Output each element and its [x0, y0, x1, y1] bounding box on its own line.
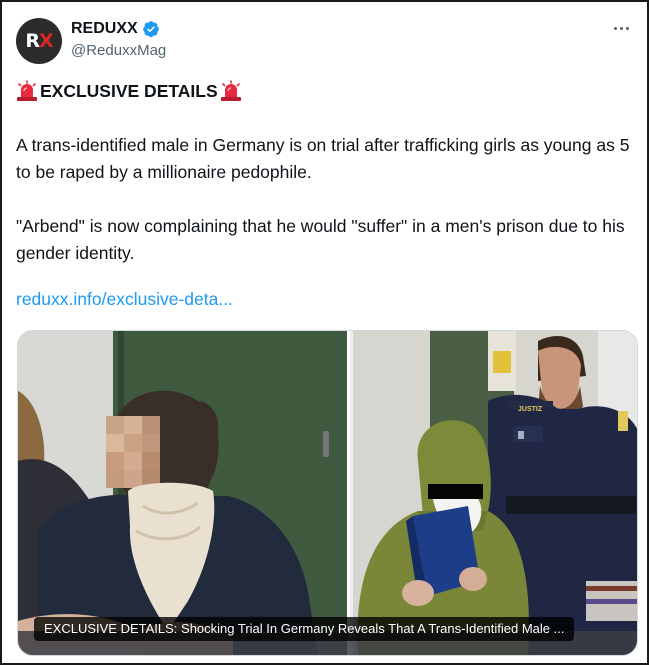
avatar[interactable]: RX [16, 18, 62, 64]
siren-icon [220, 80, 241, 101]
tweet-headline: EXCLUSIVE DETAILS [16, 80, 242, 102]
siren-icon [17, 80, 37, 101]
user-handle[interactable]: @ReduxxMag [71, 42, 166, 59]
courtroom-photo: JUSTIZ [18, 331, 637, 655]
pixelated-face [106, 416, 160, 488]
author-names: REDUXX @ReduxxMag [71, 19, 166, 59]
tweet-paragraph: "Arbend" is now complaining that he woul… [16, 216, 625, 263]
tweet-card[interactable]: RX REDUXX @ReduxxMag EXCLUSIVE DETAILS A… [0, 0, 649, 665]
media-caption: EXCLUSIVE DETAILS: Shocking Trial In Ger… [34, 617, 575, 641]
headline-text: EXCLUSIVE DETAILS [40, 80, 218, 101]
avatar-logo: RX [25, 30, 53, 52]
officer-patch-text: JUSTIZ [518, 406, 543, 413]
more-options-icon[interactable] [609, 18, 633, 38]
verified-badge-icon [142, 21, 159, 38]
tweet-header: RX REDUXX @ReduxxMag [16, 16, 633, 66]
display-name[interactable]: REDUXX [71, 20, 138, 38]
article-link[interactable]: reduxx.info/exclusive-deta... [16, 289, 233, 310]
tweet-paragraph: A trans-identified male in Germany is on… [16, 135, 630, 182]
tweet-body: A trans-identified male in Germany is on… [16, 132, 636, 294]
media-card[interactable]: JUSTIZ EXCLUSIVE DETAILS: Shocking Trial… [17, 330, 638, 656]
